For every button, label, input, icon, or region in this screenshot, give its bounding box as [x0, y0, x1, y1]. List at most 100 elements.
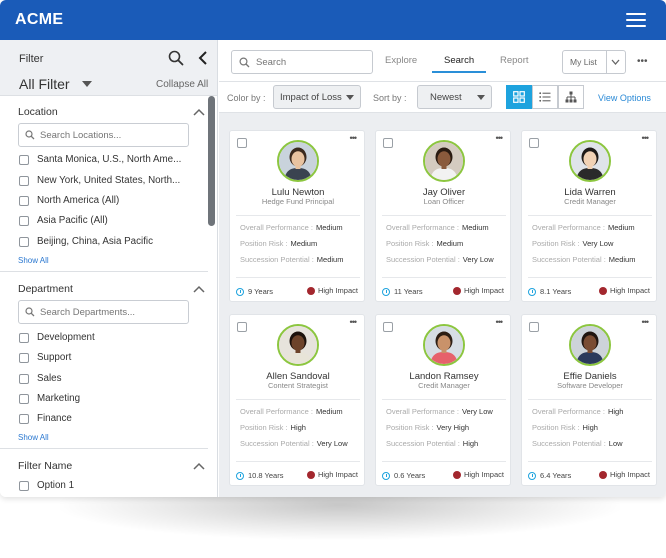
- department-search-field[interactable]: [18, 300, 189, 324]
- position-risk-row: Position Risk : High: [240, 423, 306, 432]
- employee-card[interactable]: ••• Lida Warren Credit Manager Overall P…: [521, 130, 657, 302]
- employee-title: Hedge Fund Principal: [261, 197, 335, 206]
- filter-name-option[interactable]: Option 1: [19, 480, 74, 491]
- chevron-up-icon[interactable]: [193, 103, 205, 121]
- card-more-icon[interactable]: •••: [642, 317, 650, 327]
- department-option[interactable]: Finance: [19, 413, 72, 424]
- my-list-label: My List: [570, 57, 597, 67]
- succession-potential-row: Succession Potential : Very Low: [240, 439, 348, 448]
- impact-badge: High Impact: [452, 286, 504, 295]
- chevron-down-icon[interactable]: [607, 59, 625, 65]
- color-by-label: Color by :: [227, 93, 266, 103]
- succession-potential-row: Succession Potential : Medium: [240, 255, 343, 264]
- succession-potential-value: Very Low: [462, 255, 494, 264]
- main-search-field[interactable]: [231, 50, 373, 74]
- checkbox[interactable]: [19, 373, 29, 384]
- employee-card[interactable]: ••• Effie Daniels Software Developer Ove…: [521, 314, 657, 486]
- location-option[interactable]: North America (All): [19, 195, 119, 206]
- checkbox[interactable]: [19, 175, 29, 186]
- location-option[interactable]: Beijing, China, Asia Pacific: [19, 236, 153, 247]
- chevron-down-icon[interactable]: [82, 81, 92, 87]
- view-options-link[interactable]: View Options: [598, 93, 651, 103]
- overall-performance-label: Overall Performance :: [386, 223, 459, 232]
- chevron-up-icon[interactable]: [193, 457, 205, 475]
- clock-icon: [236, 287, 244, 296]
- checkbox[interactable]: [19, 480, 29, 491]
- color-by-dropdown[interactable]: Impact of Loss: [273, 85, 361, 109]
- overall-performance-value: Medium: [607, 223, 635, 232]
- overall-performance-value: High: [607, 407, 624, 416]
- card-checkbox[interactable]: [383, 322, 393, 332]
- location-option[interactable]: New York, United States, North...: [19, 175, 180, 186]
- org-chart-view-button[interactable]: [558, 85, 584, 109]
- card-checkbox[interactable]: [383, 138, 393, 148]
- checkbox[interactable]: [19, 413, 29, 424]
- collapse-all-link[interactable]: Collapse All: [156, 79, 208, 90]
- menu-icon[interactable]: [626, 13, 646, 27]
- divider: [236, 461, 360, 462]
- tab-search[interactable]: Search: [444, 55, 474, 66]
- checkbox[interactable]: [19, 236, 29, 247]
- department-option[interactable]: Support: [19, 352, 71, 363]
- impact-value: High Impact: [609, 470, 650, 479]
- overall-performance-row: Overall Performance : High: [532, 407, 623, 416]
- location-search-input[interactable]: [40, 129, 180, 141]
- card-checkbox[interactable]: [237, 138, 247, 148]
- department-option[interactable]: Development: [19, 332, 95, 343]
- collapse-sidebar-icon[interactable]: [198, 51, 208, 70]
- succession-potential-label: Succession Potential :: [532, 255, 606, 264]
- position-risk-value: Medium: [436, 239, 464, 248]
- sidebar-scrollbar[interactable]: [208, 96, 215, 226]
- succession-potential-value: High: [462, 439, 479, 448]
- card-checkbox[interactable]: [237, 322, 247, 332]
- checkbox[interactable]: [19, 154, 29, 165]
- divider: [0, 271, 208, 272]
- all-filter-dropdown[interactable]: All Filter: [19, 76, 70, 92]
- department-show-all-link[interactable]: Show All: [18, 433, 49, 442]
- employee-card[interactable]: ••• Allen Sandoval Content Strategist Ov…: [229, 314, 365, 486]
- employee-card[interactable]: ••• Landon Ramsey Credit Manager Overall…: [375, 314, 511, 486]
- overall-performance-row: Overall Performance : Medium: [240, 223, 343, 232]
- card-more-icon[interactable]: •••: [350, 133, 358, 143]
- department-option[interactable]: Sales: [19, 373, 62, 384]
- list-view-button[interactable]: [532, 85, 558, 109]
- card-more-icon[interactable]: •••: [496, 133, 504, 143]
- tenure: 8.1 Years: [528, 287, 571, 296]
- tab-report[interactable]: Report: [500, 55, 529, 66]
- tab-explore[interactable]: Explore: [385, 55, 417, 66]
- checkbox[interactable]: [19, 215, 29, 226]
- grid-view-button[interactable]: [506, 85, 532, 109]
- checkbox[interactable]: [19, 393, 29, 404]
- more-options-icon[interactable]: •••: [637, 56, 648, 67]
- position-risk-label: Position Risk :: [240, 239, 288, 248]
- search-icon[interactable]: [168, 50, 184, 71]
- location-show-all-link[interactable]: Show All: [18, 256, 49, 265]
- checkbox[interactable]: [19, 332, 29, 343]
- location-search-field[interactable]: [18, 123, 189, 147]
- employee-card[interactable]: ••• Jay Oliver Loan Officer Overall Perf…: [375, 130, 511, 302]
- my-list-dropdown[interactable]: My List: [562, 50, 626, 74]
- department-search-input[interactable]: [40, 306, 180, 318]
- location-option[interactable]: Santa Monica, U.S., North Ame...: [19, 154, 181, 165]
- main-search-input[interactable]: [256, 56, 366, 68]
- position-risk-value: Very Low: [582, 239, 614, 248]
- card-more-icon[interactable]: •••: [642, 133, 650, 143]
- employee-card[interactable]: ••• Lulu Newton Hedge Fund Principal Ove…: [229, 130, 365, 302]
- checkbox[interactable]: [19, 352, 29, 363]
- location-option[interactable]: Asia Pacific (All): [19, 215, 108, 226]
- card-checkbox[interactable]: [529, 322, 539, 332]
- chevron-up-icon[interactable]: [193, 280, 205, 298]
- chevron-down-icon: [477, 95, 485, 100]
- department-option[interactable]: Marketing: [19, 393, 80, 404]
- card-more-icon[interactable]: •••: [496, 317, 504, 327]
- card-checkbox[interactable]: [529, 138, 539, 148]
- employee-title: Software Developer: [557, 381, 623, 390]
- sort-by-dropdown[interactable]: Newest: [417, 85, 492, 109]
- checkbox[interactable]: [19, 195, 29, 206]
- tenure: 0.6 Years: [382, 471, 425, 480]
- chevron-down-icon: [346, 95, 354, 100]
- clock-icon: [528, 471, 536, 480]
- sidebar-header: Filter All Filter Collapse All: [0, 40, 217, 96]
- succession-potential-label: Succession Potential :: [386, 439, 460, 448]
- card-more-icon[interactable]: •••: [350, 317, 358, 327]
